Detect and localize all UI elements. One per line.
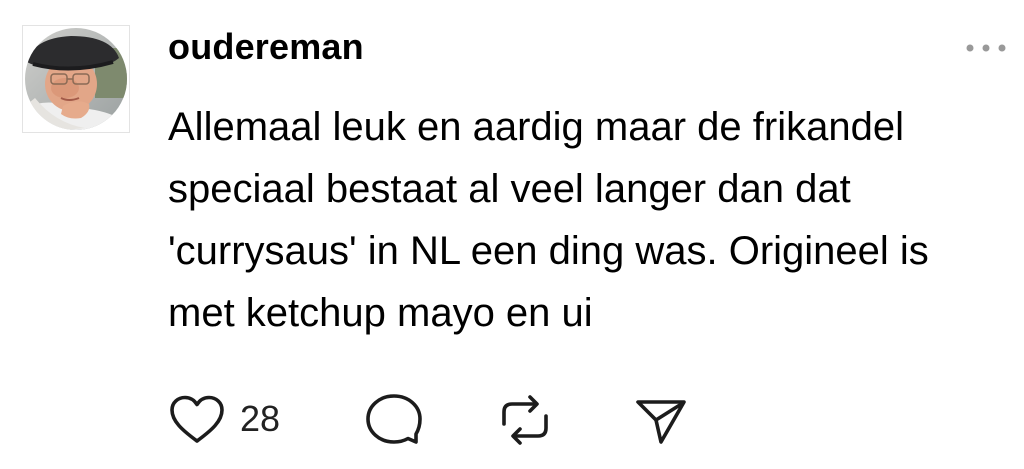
avatar[interactable] (25, 28, 127, 130)
like-count: 28 (240, 398, 281, 439)
reply-button[interactable] (364, 392, 428, 448)
thread-post: oudereman Allemaal leuk en aardig maar d… (0, 0, 1024, 469)
post-body-line: speciaal bestaat al veel langer dan dat (168, 167, 851, 211)
post-body: Allemaal leuk en aardig maar de frikande… (168, 96, 1008, 344)
more-options-icon[interactable] (962, 36, 1010, 60)
repost-icon (502, 395, 548, 445)
comment-icon (366, 394, 422, 444)
share-button[interactable] (632, 392, 692, 448)
like-button[interactable]: 28 (168, 392, 298, 448)
username[interactable]: oudereman (168, 26, 364, 68)
post-body-line: met ketchup mayo en ui (168, 291, 593, 335)
post-body-line: Allemaal leuk en aardig maar de frikande… (168, 105, 904, 149)
heart-icon (170, 395, 224, 443)
avatar-image (25, 28, 127, 130)
post-body-line: 'currysaus' in NL een ding was. Originee… (168, 229, 929, 273)
repost-button[interactable] (496, 392, 556, 448)
send-icon (636, 400, 686, 444)
avatar-frame (22, 25, 130, 133)
